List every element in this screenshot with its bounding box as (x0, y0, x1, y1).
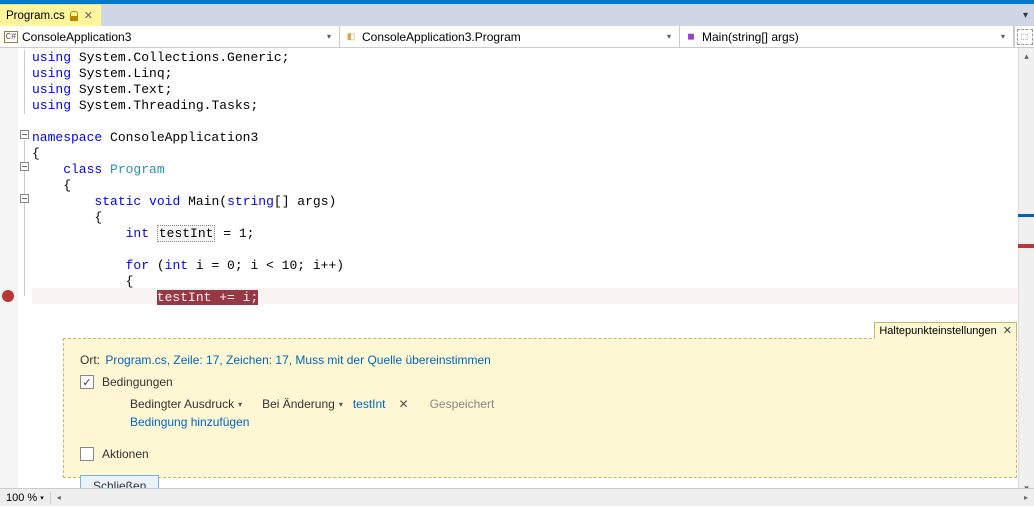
chevron-down-icon: ▾ (667, 32, 675, 41)
breakpoint-gutter[interactable] (0, 48, 18, 496)
csharp-project-icon: C# (4, 31, 18, 43)
document-tab-bar: Program.cs ✕ ▾ (0, 4, 1034, 26)
code-nav-bar: C# ConsoleApplication3 ▾ ◧ ConsoleApplic… (0, 26, 1034, 48)
split-view-button[interactable]: ⬚ (1014, 26, 1034, 47)
document-tab-program[interactable]: Program.cs ✕ (0, 4, 101, 26)
highlighted-reference: testInt (157, 225, 216, 242)
close-icon[interactable]: ✕ (82, 9, 95, 22)
class-icon: ◧ (344, 31, 358, 43)
code-kw: for (126, 258, 149, 273)
breakpoint-settings-panel: Haltepunkteinstellungen ✕ Ort: Program.c… (63, 338, 1017, 478)
code-kw: using (32, 82, 71, 97)
nav-class-dropdown[interactable]: ◧ ConsoleApplication3.Program ▾ (340, 26, 680, 47)
outline-collapse-button[interactable] (20, 162, 29, 171)
code-kw: using (32, 66, 71, 81)
location-link[interactable]: Program.cs, Zeile: 17, Zeichen: 17, Muss… (105, 353, 491, 367)
nav-class-label: ConsoleApplication3.Program (362, 30, 521, 44)
code-txt: System.Text; (71, 82, 172, 97)
chevron-down-icon: ▾ (40, 494, 44, 502)
chevron-down-icon: ▾ (1001, 32, 1009, 41)
code-kw: int (165, 258, 188, 273)
zoom-dropdown[interactable]: 100 % ▾ (0, 492, 51, 504)
outline-collapse-button[interactable] (20, 194, 29, 203)
nav-method-label: Main(string[] args) (702, 30, 799, 44)
zoom-label: 100 % (6, 492, 37, 504)
caret-indicator (1018, 214, 1034, 217)
conditions-checkbox[interactable]: ✓ (80, 375, 94, 389)
code-txt: { (32, 178, 71, 193)
actions-checkbox[interactable] (80, 447, 94, 461)
actions-label: Aktionen (102, 447, 149, 461)
remove-condition-button[interactable]: ✕ (396, 397, 412, 411)
scroll-left-button[interactable]: ◂ (51, 490, 67, 506)
breakpoint-marker[interactable] (2, 290, 14, 302)
chevron-down-icon: ▾ (327, 32, 335, 41)
panel-title: Haltepunkteinstellungen (879, 325, 996, 337)
code-txt: = 1; (215, 226, 254, 241)
breakpoint-line-bg (32, 288, 1034, 304)
code-txt: { (32, 210, 102, 225)
condition-type-dropdown[interactable]: Bedingter Ausdruck ▾ (130, 397, 242, 411)
nav-project-dropdown[interactable]: C# ConsoleApplication3 ▾ (0, 26, 340, 47)
location-row: Ort: Program.cs, Zeile: 17, Zeichen: 17,… (80, 353, 1000, 367)
condition-row: Bedingter Ausdruck ▾ Bei Änderung ▾ test… (130, 397, 1000, 411)
code-txt: [] args) (274, 194, 336, 209)
method-icon: ◼ (684, 31, 698, 43)
editor-status-bar: 100 % ▾ ◂ ▸ (0, 488, 1034, 506)
code-kw: class (32, 162, 102, 177)
vertical-scrollbar[interactable]: ▴ ▾ (1018, 48, 1034, 496)
code-kw: namespace (32, 130, 102, 145)
chevron-down-icon: ▾ (238, 400, 242, 409)
code-txt: System.Threading.Tasks; (71, 98, 258, 113)
code-editor[interactable]: using System.Collections.Generic; using … (0, 48, 1034, 496)
condition-expression[interactable]: testInt (353, 397, 386, 411)
code-txt: System.Collections.Generic; (71, 50, 289, 65)
condition-when-dropdown[interactable]: Bei Änderung ▾ (262, 397, 343, 411)
scroll-up-button[interactable]: ▴ (1019, 48, 1034, 64)
code-kw: static (94, 194, 141, 209)
conditions-label: Bedingungen (102, 375, 173, 389)
code-txt: Main( (188, 194, 227, 209)
outline-line (24, 50, 25, 114)
code-txt: { (32, 146, 40, 161)
code-kw: void (149, 194, 180, 209)
tab-filename: Program.cs (6, 10, 65, 22)
horizontal-scrollbar[interactable]: ◂ ▸ (51, 490, 1034, 506)
code-kw: using (32, 98, 71, 113)
code-txt (32, 194, 94, 209)
code-type: Program (102, 162, 164, 177)
code-txt: ConsoleApplication3 (102, 130, 258, 145)
code-txt: { (32, 274, 133, 289)
outline-margin[interactable] (18, 48, 32, 496)
code-kw: string (227, 194, 274, 209)
outline-collapse-button[interactable] (20, 130, 29, 139)
code-kw: using (32, 50, 71, 65)
lock-icon (70, 11, 77, 20)
scroll-right-button[interactable]: ▸ (1018, 490, 1034, 506)
add-condition-link[interactable]: Bedingung hinzufügen (130, 415, 249, 429)
nav-project-label: ConsoleApplication3 (22, 30, 131, 44)
split-icon: ⬚ (1017, 29, 1033, 45)
code-kw: int (126, 226, 149, 241)
code-txt: System.Linq; (71, 66, 172, 81)
breakpoint-indicator (1018, 244, 1034, 248)
chevron-down-icon: ▾ (339, 400, 343, 409)
nav-method-dropdown[interactable]: ◼ Main(string[] args) ▾ (680, 26, 1014, 47)
panel-header: Haltepunkteinstellungen ✕ (874, 322, 1017, 339)
close-icon[interactable]: ✕ (1003, 324, 1012, 337)
tab-overflow-button[interactable]: ▾ (1017, 4, 1034, 26)
location-label: Ort: (80, 353, 100, 367)
saved-label: Gespeichert (430, 397, 495, 411)
code-txt: i = 0; i < 10; i++) (188, 258, 344, 273)
